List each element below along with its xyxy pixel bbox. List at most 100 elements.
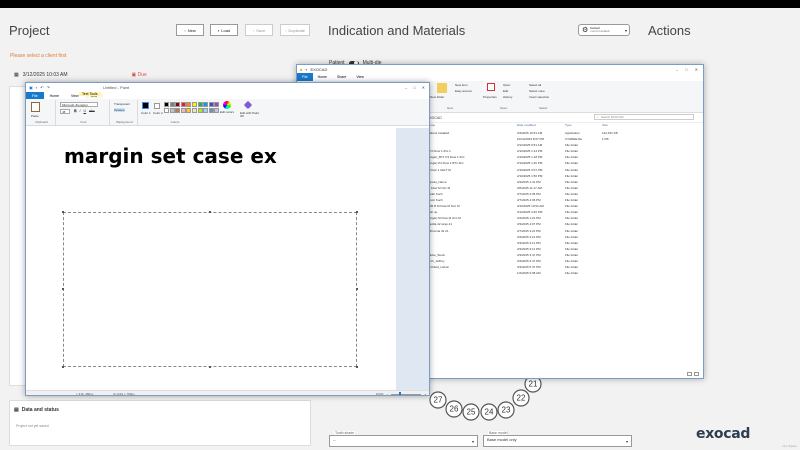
palette-color-swatch[interactable]: [180, 102, 186, 107]
base-model-dropdown[interactable]: Base model Base model only ▾: [483, 431, 632, 447]
palette-color-swatch[interactable]: [175, 102, 181, 107]
load-button[interactable]: ▪ Load: [210, 24, 238, 36]
close-icon[interactable]: ✕: [695, 67, 698, 72]
save-icon[interactable]: ▪: [36, 85, 37, 90]
palette-color-swatch[interactable]: [208, 108, 214, 113]
palette-color-swatch[interactable]: [197, 102, 203, 107]
palette-color-swatch[interactable]: [203, 102, 209, 107]
properties-icon[interactable]: [487, 83, 495, 91]
file-date: 2/10/2025 1:14 PM: [517, 149, 543, 154]
opaque-option[interactable]: Opaque: [114, 108, 125, 112]
save-button[interactable]: ▫ Save: [245, 24, 273, 36]
resize-handle[interactable]: [356, 366, 358, 368]
color2-swatch[interactable]: [154, 103, 160, 109]
palette-color-swatch[interactable]: [214, 108, 220, 113]
zoom-out-icon[interactable]: –: [387, 392, 389, 395]
file-date: 2/19/2025 1:56 PM: [517, 173, 543, 178]
open-button[interactable]: Open: [503, 83, 510, 87]
new-item-button[interactable]: New item: [455, 83, 468, 87]
large-icons-view-icon[interactable]: [694, 372, 699, 376]
underline-icon[interactable]: U: [84, 109, 87, 113]
palette-color-swatch[interactable]: [192, 108, 197, 113]
edit-colors-icon[interactable]: [223, 101, 231, 109]
file-name: 11 Flow M Occ M: [427, 185, 451, 190]
strikethrough-icon[interactable]: abc: [89, 109, 95, 113]
zoom-level: 100%: [375, 392, 384, 396]
palette-color-swatch[interactable]: [186, 108, 192, 113]
paste-icon[interactable]: [31, 102, 40, 112]
palette-color-swatch[interactable]: [169, 102, 175, 107]
canvas-text[interactable]: margin set case ex: [64, 144, 277, 168]
duplicate-button[interactable]: ▫ Duplicate: [280, 24, 310, 36]
tooth-chart[interactable]: 2122 23 24 25 26 27: [426, 372, 556, 422]
tab-view[interactable]: View: [351, 75, 369, 79]
tab-home[interactable]: Home: [313, 75, 332, 79]
file-date: 3/4/2025 1:41 PM: [517, 179, 541, 184]
palette-color-swatch[interactable]: [169, 108, 175, 113]
resize-handle[interactable]: [356, 288, 358, 290]
palette-color-swatch[interactable]: [192, 102, 197, 107]
tab-share[interactable]: Share: [332, 75, 351, 79]
default-selector[interactable]: ⚙ Default current default ▾: [578, 24, 630, 36]
tab-file[interactable]: File: [297, 73, 313, 81]
new-button[interactable]: ▫ New: [176, 24, 204, 36]
font-size-select[interactable]: 48: [60, 109, 70, 114]
palette-color-swatch[interactable]: [175, 108, 181, 113]
resize-handle[interactable]: [62, 366, 64, 368]
details-view-icon[interactable]: [687, 372, 692, 376]
actions-title: Actions: [648, 23, 691, 38]
close-icon[interactable]: ✕: [422, 85, 425, 90]
tab-home[interactable]: Home: [44, 94, 65, 98]
history-button[interactable]: History: [503, 95, 512, 99]
resize-handle[interactable]: [62, 288, 64, 290]
select-all-button[interactable]: Select all: [529, 83, 541, 87]
palette-color-swatch[interactable]: [197, 108, 203, 113]
paint-window[interactable]: ▣ ▪ ↶ ↷ Untitled - Paint – □ ✕ File Home…: [25, 82, 430, 396]
edit-button[interactable]: Edit: [503, 89, 508, 93]
maximize-icon[interactable]: □: [413, 85, 415, 90]
minimize-icon[interactable]: –: [676, 67, 678, 72]
transparent-option[interactable]: Transparent: [114, 102, 130, 106]
resize-handle[interactable]: [62, 211, 64, 213]
resize-handle[interactable]: [209, 211, 211, 213]
color1-swatch[interactable]: [142, 102, 149, 109]
paint-titlebar[interactable]: ▣ ▪ ↶ ↷ Untitled - Paint – □ ✕: [26, 83, 429, 92]
paint-canvas[interactable]: margin set case ex: [26, 128, 396, 390]
font-name-select[interactable]: Microsoft JhengHei: [60, 102, 98, 107]
select-none-button[interactable]: Select none: [529, 89, 545, 93]
date-row[interactable]: ▦ 3/12/2025 10:03 AM ▣ Due: [10, 69, 312, 81]
easy-access-button[interactable]: Easy access: [455, 89, 472, 93]
minimize-icon[interactable]: –: [405, 85, 407, 90]
palette-color-swatch[interactable]: [180, 108, 186, 113]
resize-handle[interactable]: [356, 211, 358, 213]
palette-color-swatch[interactable]: [214, 102, 220, 107]
new-folder-icon[interactable]: [437, 83, 447, 93]
tooth-shade-dropdown[interactable]: Tooth shade -- ▾: [329, 431, 478, 447]
palette-color-swatch[interactable]: [164, 108, 169, 113]
paint3d-icon[interactable]: [243, 100, 253, 110]
quick-access-icon: ▾: [305, 66, 308, 72]
explorer-titlebar[interactable]: ■ ▾ EXOCAD – □ ✕: [297, 65, 703, 73]
palette-color-swatch[interactable]: [203, 108, 209, 113]
file-row[interactable]: 1/2/2025 9:08 AM File folder: [427, 271, 697, 277]
selection-box[interactable]: [63, 212, 357, 367]
file-type: File folder: [565, 234, 579, 239]
bold-icon[interactable]: B: [74, 109, 77, 113]
redo-icon[interactable]: ↷: [47, 85, 50, 90]
zoom-slider[interactable]: [391, 391, 422, 395]
col-date[interactable]: Date modified: [517, 123, 536, 127]
palette-color-swatch[interactable]: [164, 102, 169, 107]
zoom-in-icon[interactable]: +: [424, 392, 426, 395]
maximize-icon[interactable]: □: [685, 67, 687, 72]
search-input[interactable]: ⌕ Search EXOCAD: [594, 114, 694, 120]
invert-selection-button[interactable]: Invert selection: [529, 95, 549, 99]
palette-color-swatch[interactable]: [208, 102, 214, 107]
italic-icon[interactable]: I: [80, 109, 81, 113]
file-date: 3/3/2025 4:07 PM: [517, 222, 541, 227]
resize-handle[interactable]: [209, 366, 211, 368]
col-type[interactable]: Type: [565, 123, 572, 127]
tab-file[interactable]: File: [26, 92, 44, 99]
palette-color-swatch[interactable]: [186, 102, 192, 107]
undo-icon[interactable]: ↶: [40, 85, 43, 90]
col-size[interactable]: Size: [602, 123, 608, 127]
